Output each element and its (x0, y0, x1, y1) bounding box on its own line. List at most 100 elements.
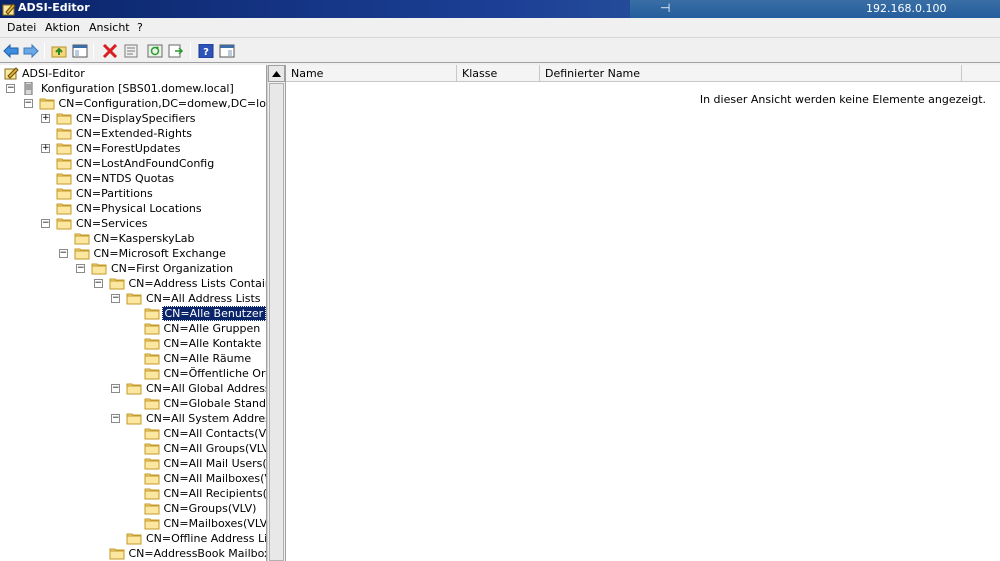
folder-icon (144, 323, 159, 335)
collapse-icon[interactable]: − (111, 414, 120, 423)
tree-node-label: CN=Partitions (76, 187, 153, 200)
tree-node-label: CN=First Organization (111, 262, 234, 275)
collapse-icon[interactable]: − (41, 219, 50, 228)
folder-icon (109, 278, 124, 290)
refresh-icon[interactable] (146, 42, 164, 60)
folder-icon (56, 113, 72, 125)
console-tree[interactable]: ADSI-Editor − Konfiguration [SBS01.domew.… (0, 65, 267, 561)
toolbar-separator (93, 43, 94, 59)
title-bar: ADSI-Editor ⊣ 192.168.0.100 (0, 0, 1000, 18)
folder-icon (144, 353, 159, 365)
empty-list-message: In dieser Ansicht werden keine Elemente … (699, 93, 986, 106)
folder-icon (144, 428, 159, 440)
folder-icon (56, 173, 72, 185)
folder-icon (56, 128, 72, 140)
folder-icon (144, 398, 159, 410)
collapse-icon[interactable]: − (23, 99, 33, 108)
collapse-icon[interactable]: − (76, 264, 85, 273)
folder-icon (126, 533, 142, 545)
folder-icon (144, 488, 159, 500)
arrow-up-icon (272, 70, 281, 77)
folder-icon (56, 218, 72, 230)
folder-icon (144, 338, 159, 350)
tree-node-label: CN=Microsoft Exchange (93, 247, 226, 260)
tree-node-label: CN=All Recipients(VLV) (163, 487, 267, 500)
scroll-thumb[interactable] (269, 83, 284, 561)
column-header-klasse[interactable]: Klasse (457, 65, 540, 82)
folder-icon (39, 98, 54, 110)
delete-icon[interactable] (101, 42, 119, 60)
collapse-icon[interactable]: − (111, 384, 120, 393)
menu-help[interactable]: ? (137, 21, 143, 34)
forward-icon[interactable] (22, 42, 40, 60)
menu-datei[interactable]: Datei (7, 21, 36, 34)
folder-icon (56, 143, 72, 155)
tree-node-label: CN=Mailboxes(VLV) (163, 517, 267, 530)
scroll-up-button[interactable] (268, 65, 285, 82)
folder-icon (144, 503, 159, 515)
folder-icon (56, 203, 72, 215)
adsi-editor-icon (2, 3, 16, 16)
up-folder-icon[interactable] (50, 42, 68, 60)
window-title: ADSI-Editor (18, 1, 90, 14)
tree-node-label: CN=KasperskyLab (93, 232, 195, 245)
folder-icon (74, 233, 89, 245)
tree-node-label: CN=NTDS Quotas (76, 172, 175, 185)
toolbar-separator (190, 43, 191, 59)
expand-icon[interactable]: + (41, 144, 50, 153)
folder-icon (126, 293, 142, 305)
collapse-icon[interactable]: − (58, 249, 68, 258)
folder-icon (126, 413, 142, 425)
tree-node-label: CN=Physical Locations (76, 202, 202, 215)
toolbar: ? (0, 39, 1000, 63)
collapse-icon[interactable]: − (6, 84, 15, 93)
column-header-name[interactable]: Name (286, 65, 457, 82)
tree-scrollbar[interactable] (267, 65, 285, 561)
adsi-editor-icon (4, 67, 19, 80)
remote-ip: 192.168.0.100 (866, 2, 947, 15)
tree-node-label: CN=Alle Gruppen (163, 322, 261, 335)
folder-icon (144, 368, 159, 380)
tree-node-label: CN=All Global Address List (146, 382, 267, 395)
folder-icon (144, 518, 159, 530)
tree-node-label: CN=Groups(VLV) (163, 502, 257, 515)
column-header-definierter-name[interactable]: Definierter Name (540, 65, 962, 82)
folder-icon (56, 188, 72, 200)
properties-icon[interactable] (122, 42, 140, 60)
folder-icon (144, 458, 159, 470)
show-hide-action-icon[interactable] (218, 42, 236, 60)
tree-node-label: CN=Offline Address Lists (146, 532, 267, 545)
result-list[interactable]: Name Klasse Definierter Name In dieser A… (285, 65, 1000, 561)
folder-icon (91, 263, 107, 275)
pin-icon[interactable]: ⊣ (660, 1, 670, 15)
expand-icon[interactable]: + (41, 114, 50, 123)
tree-node-label-selected: CN=Alle Benutzer (161, 306, 266, 321)
tree-node-label: CN=AddressBook Mailbox Polic (128, 547, 267, 560)
collapse-icon[interactable]: − (93, 279, 103, 288)
collapse-icon[interactable]: − (111, 294, 120, 303)
menu-aktion[interactable]: Aktion (45, 21, 80, 34)
tree-node-label: CN=All System Address Lis (146, 412, 266, 425)
tree-node-label: CN=All Groups(VLV) (163, 442, 267, 455)
export-list-icon[interactable] (167, 42, 185, 60)
help-icon[interactable]: ? (197, 42, 215, 60)
menu-ansicht[interactable]: Ansicht (89, 21, 130, 34)
tree-node-label: CN=DisplaySpecifiers (76, 112, 196, 125)
tree-node-label: CN=Extended-Rights (76, 127, 193, 140)
tree-node-label: CN=Öffentliche Ordne (163, 367, 267, 380)
tree-node-label: CN=All Address Lists (146, 292, 261, 305)
folder-icon (144, 473, 159, 485)
folder-icon (74, 248, 89, 260)
show-hide-tree-icon[interactable] (71, 42, 89, 60)
svg-text:?: ? (203, 47, 209, 58)
tree-node-label: CN=All Mail Users(VLV) (163, 457, 267, 470)
list-header: Name Klasse Definierter Name (286, 65, 1000, 82)
tree-node-label: Konfiguration [SBS01.domew.local] (41, 82, 234, 95)
tree-node-label: CN=Alle Kontakte (163, 337, 262, 350)
tree-node-label: CN=Configuration,DC=domew,DC=local (58, 97, 267, 110)
remote-connection-bar: ⊣ 192.168.0.100 (630, 0, 1000, 18)
back-icon[interactable] (2, 42, 20, 60)
folder-icon (144, 308, 159, 320)
tree-node-label: CN=LostAndFoundConfig (76, 157, 215, 170)
tree-node-label: CN=All Mailboxes(VLV) (163, 472, 267, 485)
